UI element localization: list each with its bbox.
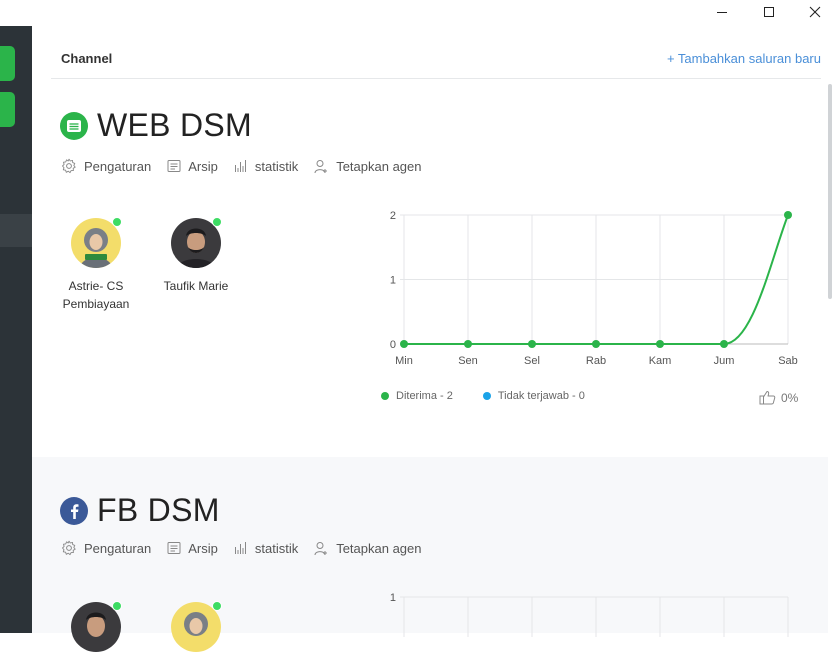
agent-card[interactable] (51, 602, 141, 652)
archive-action[interactable]: Arsip (167, 159, 218, 174)
y-tick-label: 1 (390, 275, 396, 287)
data-point (528, 340, 536, 348)
archive-icon (167, 541, 181, 555)
channel-actions: Pengaturan Arsip statistik (61, 540, 438, 556)
bar-chart-icon (234, 541, 248, 555)
settings-action[interactable]: Pengaturan (61, 540, 151, 556)
statistics-label: statistik (255, 159, 298, 174)
settings-label: Pengaturan (84, 159, 151, 174)
legend-received: Diterima - 2 (396, 390, 453, 402)
channel-header: Channel + Tambahkan saluran baru (51, 40, 821, 79)
channel-card-facebook: FB DSM Pengaturan Arsip (32, 457, 828, 633)
left-sidebar (0, 26, 32, 633)
archive-action[interactable]: Arsip (167, 541, 218, 556)
statistics-action[interactable]: statistik (234, 541, 298, 556)
minimize-button[interactable] (700, 0, 744, 24)
maximize-button[interactable] (747, 0, 791, 24)
x-tick-label: Rab (586, 355, 606, 367)
y-tick-label: 2 (390, 210, 396, 222)
sidebar-button-1[interactable] (0, 46, 15, 81)
channel-name: WEB DSM (97, 107, 252, 144)
assign-agent-icon (314, 159, 329, 174)
sidebar-button-2[interactable] (0, 92, 15, 127)
channel-actions: Pengaturan Arsip statistik (61, 158, 438, 174)
x-tick-label: Sen (458, 355, 478, 367)
agent-name: Astrie- CS Pembiayaan (51, 277, 141, 313)
channel-name: FB DSM (97, 492, 220, 529)
avatar (171, 602, 221, 652)
close-button[interactable] (793, 0, 834, 24)
x-tick-label: Jum (714, 355, 735, 367)
thumbs-up-icon (759, 390, 776, 405)
scrollbar-thumb[interactable] (828, 84, 832, 299)
statistics-label: statistik (255, 541, 298, 556)
close-icon (809, 6, 821, 18)
gear-icon (61, 540, 77, 556)
archive-label: Arsip (188, 159, 218, 174)
data-point (656, 340, 664, 348)
archive-icon (167, 159, 181, 173)
bar-chart-icon (234, 159, 248, 173)
online-status-dot (112, 601, 122, 611)
web-chat-icon (60, 112, 88, 140)
agent-card[interactable]: Astrie- CS Pembiayaan (51, 218, 141, 313)
archive-label: Arsip (188, 541, 218, 556)
data-point (720, 340, 728, 348)
online-status-dot (112, 217, 122, 227)
channel-card-web: WEB DSM Pengaturan Arsip (32, 80, 828, 457)
rating-value: 0% (781, 391, 798, 405)
settings-action[interactable]: Pengaturan (61, 158, 151, 174)
avatar (71, 602, 121, 652)
x-tick-label: Min (395, 355, 413, 367)
agent-name: Taufik Marie (151, 277, 241, 295)
statistics-action[interactable]: statistik (234, 159, 298, 174)
y-tick-label: 0 (390, 339, 396, 351)
minimize-icon (716, 6, 728, 18)
maximize-icon (763, 6, 775, 18)
assign-agent-action[interactable]: Tetapkan agen (314, 159, 421, 174)
legend-unanswered-dot (483, 392, 491, 400)
gear-icon (61, 158, 77, 174)
sidebar-item-active[interactable] (0, 214, 32, 247)
assign-agent-action[interactable]: Tetapkan agen (314, 541, 421, 556)
weekly-activity-chart-facebook: 1 (364, 587, 804, 637)
legend-unanswered: Tidak terjawab - 0 (498, 390, 585, 402)
online-status-dot (212, 217, 222, 227)
agent-card[interactable] (151, 602, 241, 652)
agent-card[interactable]: Taufik Marie (151, 218, 241, 295)
online-status-dot (212, 601, 222, 611)
x-tick-label: Kam (649, 355, 672, 367)
assign-agent-label: Tetapkan agen (336, 159, 421, 174)
page-title: Channel (61, 51, 112, 66)
channel-title-row: WEB DSM (60, 107, 252, 144)
assign-agent-icon (314, 541, 329, 556)
channel-title-row: FB DSM (60, 492, 220, 529)
legend-received-dot (381, 392, 389, 400)
add-channel-link[interactable]: + Tambahkan saluran baru (667, 51, 821, 66)
avatar (71, 218, 121, 268)
weekly-activity-chart: 0 1 2 Min Sen Sel Rab Kam Jum Sab (364, 207, 804, 372)
satisfaction-rating: 0% (759, 390, 798, 405)
avatar (171, 218, 221, 268)
data-point (464, 340, 472, 348)
data-point (784, 211, 792, 219)
assign-agent-label: Tetapkan agen (336, 541, 421, 556)
data-point (592, 340, 600, 348)
settings-label: Pengaturan (84, 541, 151, 556)
x-tick-label: Sel (524, 355, 540, 367)
data-point (400, 340, 408, 348)
window-titlebar (32, 0, 834, 26)
facebook-icon (60, 497, 88, 525)
y-tick-label: 1 (390, 592, 396, 604)
chart-legend: Diterima - 2 Tidak terjawab - 0 (381, 390, 585, 402)
x-tick-label: Sab (778, 355, 798, 367)
